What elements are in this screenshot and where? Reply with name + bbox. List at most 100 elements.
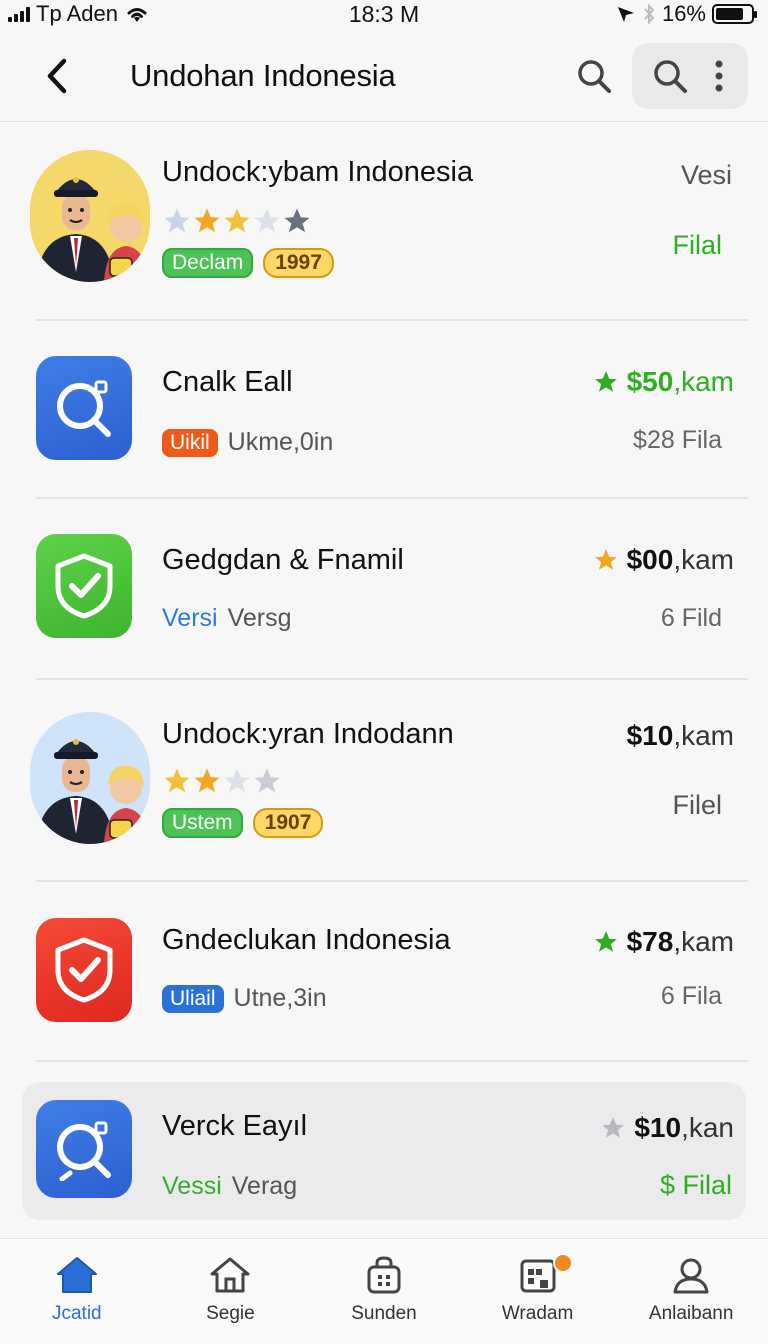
version-link[interactable]: Versi [162,604,218,633]
back-button[interactable] [22,41,92,111]
list-item[interactable]: Gndeclukan Indonesia $78 ,kam Uliail Utne… [22,898,746,1058]
tab-label: Jcatid [51,1303,102,1324]
search-button[interactable] [566,48,622,104]
tab-label: Segie [206,1303,255,1324]
row-title: Gedgdan & Fnamil [162,544,404,576]
star-icon [194,208,220,233]
bag-icon [367,1256,401,1294]
tab-profile[interactable]: Anlaibann [614,1239,768,1344]
star-icon [602,1117,625,1138]
divider [36,880,748,882]
divider [36,678,748,680]
search-button-secondary[interactable] [642,48,698,104]
star-icon [194,768,220,793]
row-title: Verck Eayıl [162,1110,308,1142]
tab-bar: Jcatid Segie Sunden Wradam Anlaibann [0,1238,768,1344]
price: $50 ,kam [593,366,734,398]
row-subtitle-right: 6 Fila [660,982,722,1010]
battery-percent: 16% [661,1,706,26]
search-app-icon [57,380,111,437]
avatar-illustration [30,150,150,282]
app-icon [36,356,132,460]
divider [36,497,748,499]
shield-check-icon [55,937,113,1003]
search-icon [654,59,687,93]
calendar-icon [520,1259,556,1293]
price: $10 ,kan [600,1112,734,1144]
app-icon [36,918,132,1022]
page-title: Undohan Indonesia [130,57,396,93]
category-pill: Ustem [162,808,243,838]
row-status: $ Filal [659,1170,732,1200]
tab-label: Sunden [351,1303,417,1324]
location-icon [617,7,634,22]
header-actions [566,42,748,109]
tab-segie[interactable]: Segie [154,1239,308,1344]
row-meta: Vessi Verag [162,1172,297,1201]
tab-home[interactable]: Jcatid [0,1239,154,1344]
status-right: 16% [616,1,757,27]
rating-stars [162,206,312,236]
app-icon [36,1100,132,1198]
row-title: Undock:ybam Indonesia [162,156,474,188]
wifi-icon [127,8,147,22]
row-version-label: Vesi [680,160,732,190]
price-amount: $10 [626,720,674,751]
avatar-illustration [30,712,150,844]
carrier-label: Tp Aden [36,1,118,26]
star-icon [224,208,250,233]
row-badges: Ustem 1907 [162,808,324,838]
price: $78 ,kam [593,926,734,958]
shield-check-icon [55,553,113,619]
chevron-left-icon [47,58,67,93]
signal-icon [8,6,30,22]
row-subtitle-right: $28 Fila [633,426,722,454]
search-app-icon [57,1121,111,1181]
year-pill: 1907 [252,808,324,838]
price-amount: $78 [626,926,674,957]
list-item-selected[interactable]: Verck Eayıl $10 ,kan Vessi Verag $ Filal [22,1082,746,1220]
price: $00 ,kam [593,544,734,576]
price-unit: ,kan [681,1112,734,1143]
row-meta: Uikil Ukme,0in [162,428,333,457]
home-filled-icon [56,1257,97,1293]
star-icon [594,371,617,392]
tab-label: Wradam [501,1303,574,1324]
list-item[interactable]: Cnalk Eall $50 ,kam Uikil Ukme,0in $28 Fi… [22,336,746,496]
star-icon [254,208,280,233]
home-outline-icon [210,1257,250,1293]
star-icon [594,931,617,952]
more-button[interactable] [704,48,734,104]
list-item[interactable]: Gedgdan & Fnamil $00 ,kam Versi Versg 6 F… [22,514,746,674]
year-pill: 1997 [263,248,334,278]
price-unit: ,kam [673,720,734,751]
profile-icon [673,1258,709,1294]
list-item[interactable]: Undock:ybam Indonesia Vesi Declam 1997 F… [22,142,746,316]
meta-text: Versg [227,604,292,632]
price-unit: ,kam [673,926,734,957]
row-subtitle-right: 6 Fild [660,604,722,632]
meta-text: Utne,3in [233,984,327,1012]
divider [36,319,748,321]
row-meta: Uliail Utne,3in [162,984,327,1013]
tag-badge: Uikil [162,428,218,457]
bluetooth-icon [644,4,655,24]
meta-text: Ukme,0in [227,428,334,456]
row-title: Gndeclukan Indonesia [162,924,451,956]
price-amount: $50 [626,366,674,397]
tab-label: Anlaibann [648,1303,734,1324]
price-amount: $10 [634,1112,682,1143]
star-icon [594,549,617,570]
battery-icon [712,4,757,24]
price-unit: ,kam [673,544,734,575]
list-item[interactable]: Undock:yran Indodann $10 ,kam Ustem 1907 … [22,706,746,878]
star-icon [224,768,250,793]
star-icon [254,768,280,793]
tab-wradam[interactable]: Wradam [461,1239,615,1344]
version-link[interactable]: Vessi [162,1172,222,1201]
meta-text: Verag [231,1172,298,1200]
tab-sunden[interactable]: Sunden [307,1239,461,1344]
row-badges: Declam 1997 [162,248,334,278]
row-title: Undock:yran Indodann [162,718,454,750]
header: Undohan Indonesia [0,30,768,122]
